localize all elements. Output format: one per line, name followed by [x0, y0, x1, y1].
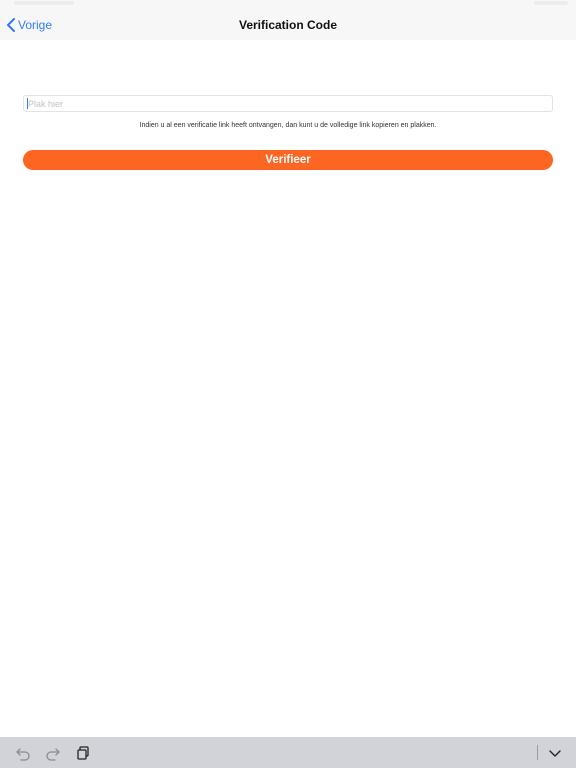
undo-button[interactable]: [15, 745, 31, 761]
dismiss-keyboard-button[interactable]: [547, 745, 563, 761]
keyboard-accessory-bar: [0, 737, 576, 768]
paste-button[interactable]: [75, 745, 91, 761]
paste-icon: [77, 746, 89, 760]
battery-icon: [534, 1, 568, 5]
status-bar-left: [14, 1, 74, 5]
status-bar: [0, 0, 576, 8]
verification-screen: Vorige Verification Code Indien u al een…: [0, 0, 576, 768]
text-cursor: [27, 98, 28, 109]
accessory-divider: [537, 745, 538, 760]
undo-icon: [16, 748, 30, 761]
redo-icon: [46, 748, 60, 761]
paste-link-input[interactable]: [23, 95, 553, 112]
page-title: Verification Code: [238, 18, 338, 32]
hint-text: Indien u al een verificatie link heeft o…: [139, 122, 437, 129]
verify-button[interactable]: Verifieer: [23, 150, 553, 170]
redo-button[interactable]: [45, 745, 61, 761]
keyboard-dismiss-icon: [549, 750, 561, 757]
navigation-bar: Vorige Verification Code: [0, 8, 576, 40]
